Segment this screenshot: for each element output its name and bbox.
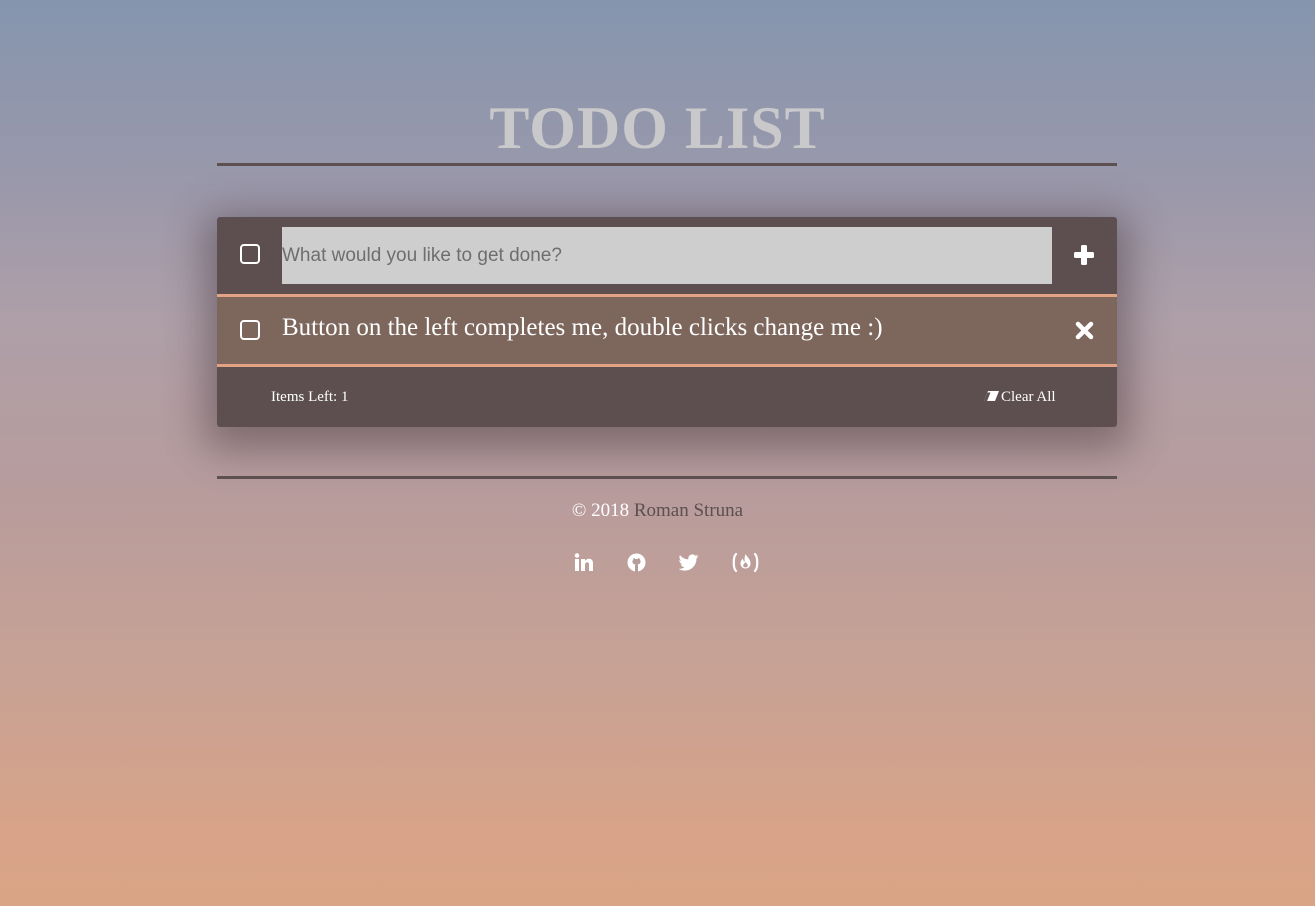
copyright-line: © 2018 Roman Struna bbox=[0, 500, 1315, 522]
todo-item: Button on the left completes me, double … bbox=[217, 297, 1117, 367]
freecodecamp-link[interactable] bbox=[731, 552, 760, 574]
close-icon bbox=[1075, 321, 1094, 340]
clear-all-button[interactable]: Clear All bbox=[983, 388, 1056, 406]
linkedin-icon bbox=[574, 553, 593, 571]
todo-item-text[interactable]: Button on the left completes me, double … bbox=[282, 313, 883, 343]
todo-footer-bar: Items Left: 1 Clear All bbox=[217, 367, 1117, 427]
page-title: TODO LIST bbox=[489, 95, 826, 161]
items-left-count: Items Left: 1 bbox=[271, 389, 349, 405]
copyright-text: © 2018 bbox=[571, 500, 630, 521]
complete-todo-checkbox[interactable] bbox=[240, 320, 260, 340]
github-link[interactable] bbox=[627, 553, 646, 575]
todo-panel: Button on the left completes me, double … bbox=[217, 217, 1117, 427]
delete-todo-button[interactable] bbox=[1075, 321, 1094, 340]
freecodecamp-icon bbox=[732, 552, 759, 573]
twitter-link[interactable] bbox=[679, 554, 699, 576]
clear-all-label: Clear All bbox=[1001, 389, 1056, 405]
linkedin-link[interactable] bbox=[574, 553, 594, 575]
author-link[interactable]: Roman Struna bbox=[634, 500, 743, 521]
twitter-icon bbox=[679, 554, 699, 571]
github-icon bbox=[627, 553, 646, 572]
plus-icon bbox=[1074, 245, 1094, 265]
eraser-icon bbox=[984, 391, 999, 401]
footer-divider bbox=[217, 476, 1117, 479]
new-todo-row bbox=[217, 217, 1117, 297]
new-todo-input[interactable] bbox=[282, 227, 1052, 284]
add-todo-button[interactable] bbox=[1073, 244, 1095, 266]
toggle-all-checkbox[interactable] bbox=[240, 244, 260, 264]
header-divider bbox=[217, 163, 1117, 166]
